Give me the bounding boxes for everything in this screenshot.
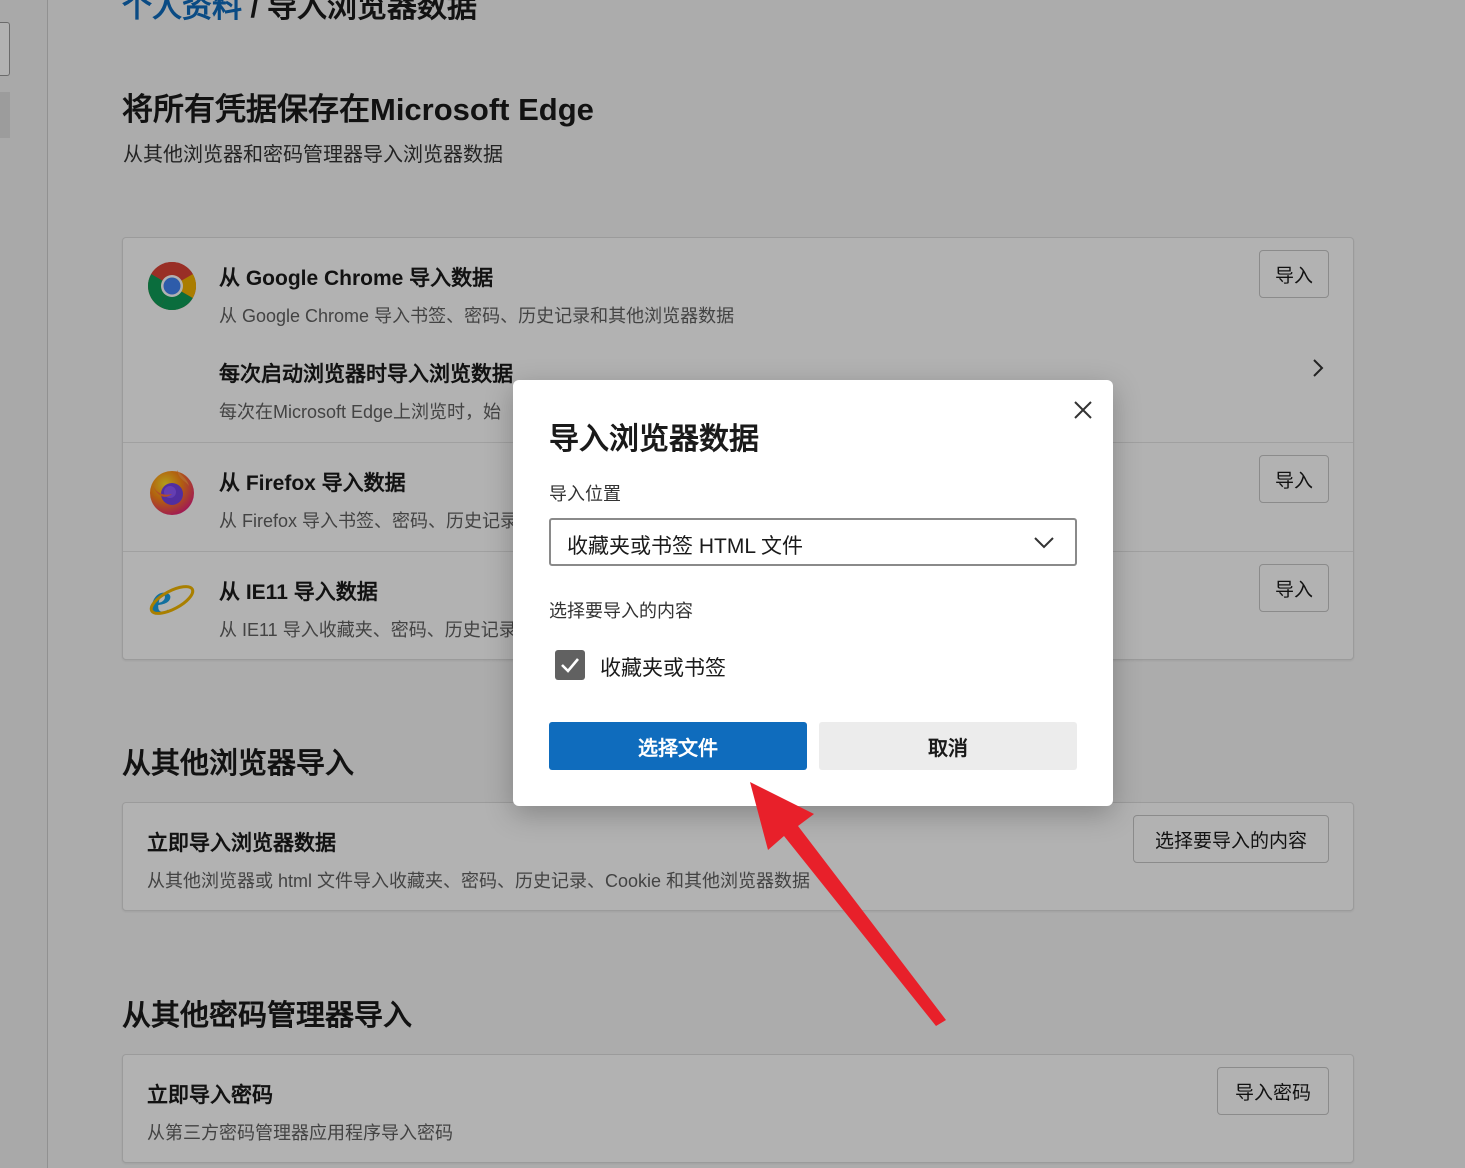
close-icon[interactable] (1069, 396, 1097, 424)
red-arrow-annotation (750, 782, 946, 1026)
choose-file-button[interactable]: 选择文件 (549, 722, 807, 770)
import-location-value: 收藏夹或书签 HTML 文件 (567, 535, 804, 558)
bookmarks-checkbox-label[interactable]: 收藏夹或书签 (600, 652, 726, 682)
import-location-select[interactable]: 收藏夹或书签 HTML 文件 (549, 518, 1077, 566)
dialog-title: 导入浏览器数据 (549, 423, 759, 456)
import-dialog: 导入浏览器数据 导入位置 收藏夹或书签 HTML 文件 选择要导入的内容 收藏夹… (513, 380, 1113, 806)
import-location-label: 导入位置 (549, 484, 621, 504)
import-content-label: 选择要导入的内容 (549, 601, 693, 621)
chevron-down-icon (1034, 537, 1054, 549)
checkmark-icon (561, 658, 579, 673)
bookmarks-checkbox[interactable] (555, 650, 585, 680)
cancel-button[interactable]: 取消 (819, 722, 1077, 770)
